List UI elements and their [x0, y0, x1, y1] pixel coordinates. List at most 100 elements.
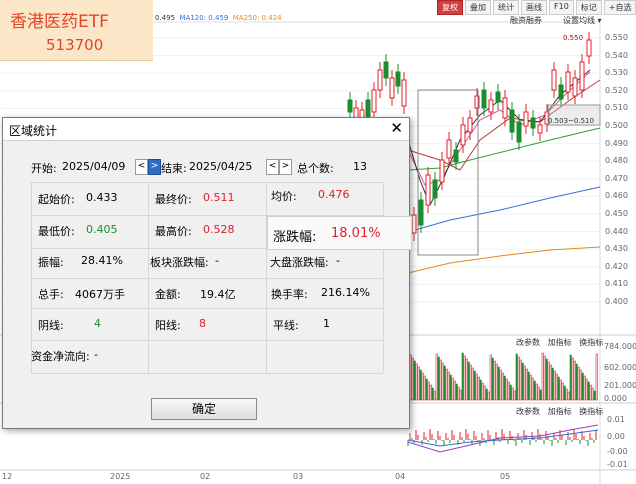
date-axis-label: 05 — [500, 472, 511, 481]
low-price-value: 0.405 — [86, 223, 118, 236]
flat-days-value: 1 — [323, 317, 330, 330]
low-price-label: 最低价: — [38, 225, 75, 238]
chart-top-toolbar: 复权 叠加 统计 画线 F10 标记 +自选 返回 — [437, 0, 636, 15]
market-change-value: - — [336, 254, 340, 267]
price-axis-label: 0.520 — [605, 85, 628, 95]
macd-histogram — [407, 424, 599, 453]
sector-change-label: 板块涨跌幅: — [150, 256, 209, 269]
price-axis-label: 0.550 — [605, 33, 628, 42]
total-volume-label: 总手: — [38, 288, 64, 301]
ma-legend-item: MA250: 0.424 — [232, 14, 282, 22]
close-price-label: 最终价: — [155, 193, 192, 206]
mark-button[interactable]: 标记 — [575, 0, 602, 15]
price-axis-label: 0.430 — [605, 244, 628, 254]
ok-button[interactable]: 确定 — [151, 398, 257, 420]
change-pct-label: 涨跌幅: — [273, 230, 317, 245]
divider — [31, 373, 383, 374]
date-axis-label: 03 — [293, 472, 304, 481]
start-prev-button[interactable]: < — [135, 159, 148, 175]
total-volume-value: 4067万手 — [75, 288, 125, 301]
divider — [31, 308, 383, 309]
close-icon[interactable]: ✕ — [390, 119, 403, 137]
price-axis-label: 0.450 — [605, 209, 628, 218]
close-price-value: 0.511 — [203, 191, 235, 204]
overlay-button[interactable]: 叠加 — [465, 0, 491, 15]
avg-price-value: 0.476 — [318, 188, 350, 201]
down-days-label: 阴线: — [38, 319, 64, 332]
date-axis-label: 12 — [2, 472, 13, 481]
ma-settings-link[interactable]: 设置均线 ▾ — [563, 15, 602, 26]
price-axis-label: 0.420 — [605, 261, 628, 271]
selection-box — [417, 89, 479, 256]
ma-legend-item: 0.495 — [155, 14, 176, 22]
divider — [31, 182, 32, 373]
stats-button[interactable]: 统计 — [493, 0, 519, 15]
add-watchlist-button[interactable]: +自选 — [603, 0, 636, 15]
moving-average-line — [407, 127, 601, 171]
down-days-value: 4 — [94, 317, 101, 330]
margin-trading-link[interactable]: 融资融券 — [510, 15, 542, 26]
ma-legend: 0.495 MA120: 0.459 MA250: 0.424 — [155, 14, 282, 22]
start-date: 2025/04/09 — [62, 160, 126, 173]
fund-code: 513700 — [46, 36, 104, 54]
ma-legend-item: MA120: 0.459 — [179, 14, 229, 22]
macd-axis-label: 0.01 — [607, 415, 625, 424]
dialog-titlebar[interactable]: 区域统计 ✕ — [3, 118, 409, 141]
draw-line-button[interactable]: 画线 — [521, 0, 547, 15]
dialog-title: 区域统计 — [9, 124, 58, 138]
volume-axis-label: 784.000 — [604, 342, 636, 351]
date-axis-label: 2025 — [110, 472, 131, 481]
market-change-label: 大盘涨跌幅: — [270, 256, 329, 269]
up-days-value: 8 — [199, 317, 206, 330]
change-params-button[interactable]: 改参数 — [516, 338, 540, 347]
sector-change-value: - — [215, 254, 219, 267]
volume-axis-label: 201.000 — [604, 381, 636, 390]
date-axis-label: 02 — [200, 472, 211, 481]
price-axis-label: 0.480 — [605, 156, 628, 166]
f10-button[interactable]: F10 — [549, 0, 574, 15]
volume-toolbar: 改参数 加指标 换指标 — [516, 337, 603, 348]
moving-average-line — [407, 246, 601, 274]
range-stats-dialog: 区域统计 ✕ 开始: 2025/04/09 < > 结束: 2025/04/25… — [2, 117, 412, 429]
price-axis-label: 0.400 — [605, 297, 628, 306]
high-price-label: 最高价: — [155, 225, 192, 238]
end-prev-button[interactable]: < — [266, 159, 279, 175]
high-price-value: 0.528 — [203, 223, 235, 236]
start-next-button[interactable]: > — [148, 159, 161, 175]
change-pct-box: 涨跌幅: 18.01% — [267, 216, 412, 250]
net-flow-label: 资金净流向: — [31, 350, 90, 363]
turnover-label: 换手率: — [271, 288, 308, 301]
chevron-down-icon: ▾ — [597, 16, 602, 25]
volume-axis-label: 602.000 — [604, 363, 636, 372]
change-params-button[interactable]: 改参数 — [516, 407, 540, 416]
divider — [266, 182, 267, 373]
add-indicator-button[interactable]: 加指标 — [548, 407, 572, 416]
switch-indicator-button[interactable]: 换指标 — [579, 407, 603, 416]
up-days-label: 阳线: — [155, 319, 181, 332]
volume-axis-label: 0.000 — [604, 394, 627, 403]
adjust-button[interactable]: 复权 — [437, 0, 463, 15]
turnover-value: 216.14% — [321, 286, 370, 299]
price-axis-label: 0.530 — [605, 68, 628, 78]
price-axis-label: 0.460 — [605, 191, 628, 201]
divider — [383, 182, 384, 373]
macd-axis-label: -0.01 — [607, 460, 628, 469]
divider — [148, 182, 149, 373]
switch-indicator-button[interactable]: 换指标 — [579, 338, 603, 347]
flat-days-label: 平线: — [273, 319, 299, 332]
net-flow-value: - — [94, 348, 98, 361]
price-axis-label: 0.410 — [605, 279, 628, 289]
amount-label: 金额: — [155, 288, 181, 301]
high-price-tag: 0.550 — [563, 34, 584, 42]
divider — [31, 182, 383, 183]
range-price-tag: 0.503~0.510 — [548, 117, 594, 125]
amplitude-value: 28.41% — [81, 254, 123, 267]
open-price-label: 起始价: — [38, 193, 75, 206]
end-next-button[interactable]: > — [279, 159, 292, 175]
fund-name: 香港医药ETF — [10, 12, 109, 32]
price-axis-label: 0.500 — [605, 121, 628, 130]
divider — [31, 340, 383, 341]
price-axis-label: 0.540 — [605, 50, 628, 60]
add-indicator-button[interactable]: 加指标 — [548, 338, 572, 347]
end-label: 结束: — [161, 162, 187, 175]
